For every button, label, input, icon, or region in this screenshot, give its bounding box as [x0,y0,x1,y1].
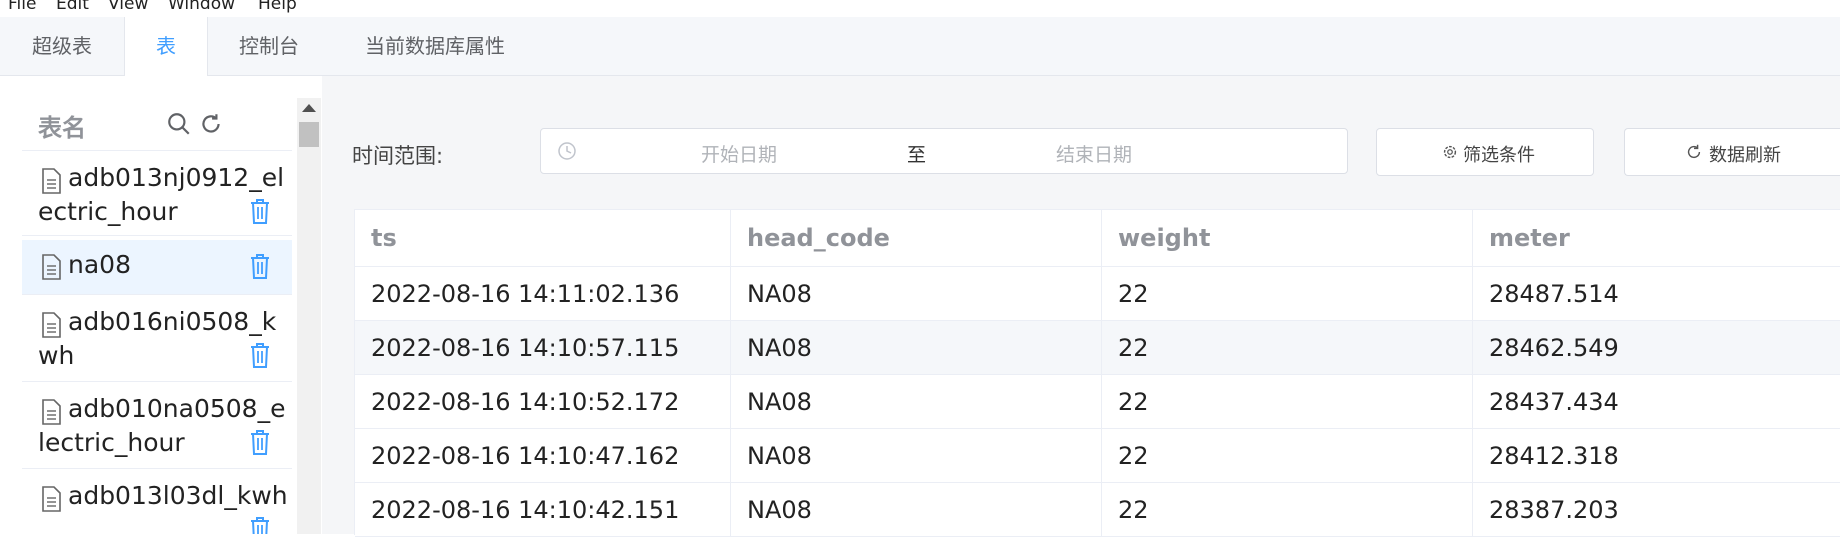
delete-icon[interactable] [248,428,272,456]
table-cell: 2022-08-16 14:10:47.162 [355,429,731,483]
start-date-input[interactable]: 开始日期 [701,140,777,167]
table-cell: NA08 [731,429,1102,483]
main-content: 时间范围: 开始日期 至 结束日期 筛选条件 数据刷新 ts head_code… [322,76,1840,537]
table-cell: NA08 [731,267,1102,321]
date-range-picker[interactable]: 开始日期 至 结束日期 [540,128,1348,174]
table-cell: 28487.514 [1473,267,1840,321]
gear-icon [1443,145,1457,159]
table-cell: 2022-08-16 14:11:02.136 [355,267,731,321]
table-cell: 22 [1102,483,1473,537]
tab-table[interactable]: 表 [124,17,208,76]
table-cell: 22 [1102,267,1473,321]
table-cell: 22 [1102,429,1473,483]
end-date-input[interactable]: 结束日期 [1056,140,1132,167]
delete-icon[interactable] [248,252,272,280]
table-cell: 22 [1102,321,1473,375]
menu-window[interactable]: Window [168,0,235,14]
refresh-icon [1687,144,1701,159]
scroll-up-icon[interactable] [302,104,316,112]
filter-conditions-button[interactable]: 筛选条件 [1376,128,1594,176]
clock-icon [558,142,576,160]
tab-bar: 超级表 表 控制台 当前数据库属性 [0,17,1840,76]
menu-file[interactable]: File [8,0,36,14]
search-icon[interactable] [166,111,192,137]
table-cell: NA08 [731,321,1102,375]
table-cell: 28412.318 [1473,429,1840,483]
table-cell: NA08 [731,375,1102,429]
refresh-data-button[interactable]: 数据刷新 [1624,128,1840,176]
table-list-sidebar: 表名 adb013nj0912_electric_hour na08 adb01… [0,76,322,534]
sidebar-scrollbar[interactable] [297,98,321,534]
table-cell: 22 [1102,375,1473,429]
column-header-head-code[interactable]: head_code [731,210,1102,267]
time-range-label: 时间范围: [352,144,444,168]
table-item[interactable]: adb010na0508_electric_hour [22,382,292,466]
table-cell: 28387.203 [1473,483,1840,537]
table-cell: 28462.549 [1473,321,1840,375]
menu-view[interactable]: View [108,0,148,14]
date-separator: 至 [907,144,927,166]
filter-button-label: 筛选条件 [1463,145,1535,166]
table-item-label: adb013l03dl_kwh [68,481,288,510]
table-cell: 2022-08-16 14:10:42.151 [355,483,731,537]
table-item[interactable]: adb016ni0508_kwh [22,295,292,379]
table-name-header: 表名 [38,114,86,142]
scroll-thumb[interactable] [299,122,319,147]
table-item[interactable]: adb013nj0912_electric_hour [22,151,292,235]
tab-super-table[interactable]: 超级表 [0,17,124,75]
tab-db-properties[interactable]: 当前数据库属性 [344,17,526,75]
column-header-ts[interactable]: ts [355,210,731,267]
table-item-selected[interactable]: na08 [22,240,292,294]
delete-icon[interactable] [248,515,272,534]
table-cell: NA08 [731,483,1102,537]
table-cell: 2022-08-16 14:10:52.172 [355,375,731,429]
delete-icon[interactable] [248,341,272,369]
refresh-icon[interactable] [198,111,224,137]
delete-icon[interactable] [248,197,272,225]
tab-console[interactable]: 控制台 [214,17,324,75]
column-header-meter[interactable]: meter [1473,210,1840,267]
menu-help[interactable]: Help [258,0,297,14]
table-item[interactable]: adb013l03dl_kwh [22,469,292,534]
data-table: ts head_code weight meter 2022-08-16 14:… [354,209,1840,537]
column-header-weight[interactable]: weight [1102,210,1473,267]
table-cell: 28437.434 [1473,375,1840,429]
table-cell: 2022-08-16 14:10:57.115 [355,321,731,375]
menu-bar: File Edit View Window Help [0,0,1840,14]
refresh-button-label: 数据刷新 [1709,145,1781,166]
menu-edit[interactable]: Edit [56,0,89,14]
divider [22,235,292,236]
